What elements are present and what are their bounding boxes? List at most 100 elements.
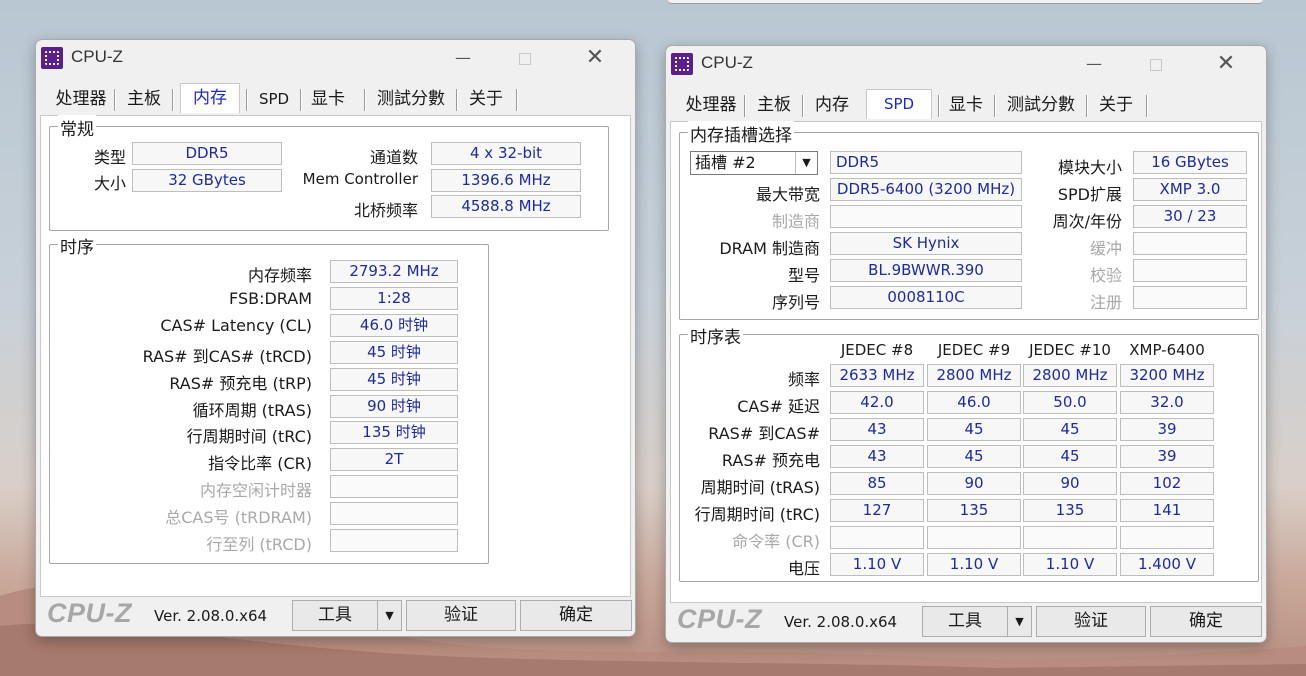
tab-mainboard[interactable]: 主板 (122, 85, 166, 113)
timing-value (330, 475, 458, 499)
tools-button[interactable]: 工具 (292, 600, 378, 631)
chevron-down-icon: ▼ (795, 152, 817, 174)
tools-dropdown-arrow-icon[interactable]: ▼ (1007, 606, 1032, 637)
slot-select[interactable]: 插槽 #2 ▼ (690, 151, 818, 175)
validate-button[interactable]: 验证 (406, 600, 516, 631)
timing-table-cell: 50.0 (1023, 391, 1117, 414)
title-bar[interactable]: CPU-Z — ✕ (36, 40, 635, 76)
tab-about[interactable]: 关于 (1094, 91, 1138, 119)
timing-table-cell: 46.0 (927, 391, 1021, 414)
buffered-value (1133, 232, 1247, 255)
dram-manufacturer-label: DRAM 制造商 (719, 239, 820, 258)
correction-label: 校验 (1089, 266, 1122, 285)
timing-table-row-label: 频率 (787, 370, 820, 389)
tab-spd[interactable]: SPD (866, 89, 932, 119)
buffered-label: 缓冲 (1089, 239, 1122, 258)
minimize-button[interactable]: — (443, 44, 483, 72)
max-bandwidth-value: DDR5-6400 (3200 MHz) (830, 178, 1022, 201)
cpuz-window-memory: CPU-Z — ✕ 处理器 主板 内存 SPD 显卡 测試分數 关于 常规 类型… (35, 39, 636, 637)
group-title: 时序 (58, 233, 96, 258)
spd-extension-value: XMP 3.0 (1133, 178, 1247, 201)
timing-table-cell: 2633 MHz (830, 364, 924, 387)
manufacturer-value (830, 205, 1022, 228)
timing-value: 135 时钟 (330, 421, 458, 445)
close-button[interactable]: ✕ (1206, 50, 1246, 78)
type-label: 类型 (93, 148, 126, 167)
timing-table-group: 时序表 JEDEC #8 JEDEC #9 JEDEC #10 XMP-6400 频率 2… (679, 323, 1259, 582)
cpuz-window-spd: CPU-Z — ✕ 处理器 主板 内存 SPD 显卡 测試分數 关于 内存插槽选… (665, 45, 1267, 643)
timing-label: 总CAS号 (tRDRAM) (165, 508, 312, 528)
timing-table-row-label: 电压 (787, 559, 820, 578)
timing-table-cell: 45 (927, 418, 1021, 441)
timing-value: 90 时钟 (330, 394, 458, 418)
timing-table-row-label: 命令率 (CR) (732, 532, 820, 551)
timings-group: 时序 内存频率 2793.2 MHz FSB:DRAM 1:28 CAS# Latenc… (49, 233, 489, 564)
title-bar[interactable]: CPU-Z — ✕ (666, 46, 1266, 82)
spd-extension-label: SPD扩展 (1057, 185, 1122, 204)
timing-table-cell: 42.0 (830, 391, 924, 414)
timing-value: 2793.2 MHz (330, 260, 458, 283)
tab-spd[interactable]: SPD (254, 85, 294, 113)
close-button[interactable]: ✕ (575, 44, 615, 72)
memory-panel: 常规 类型 DDR5 大小 32 GBytes 通道数 4 x 32-bit M… (40, 115, 631, 597)
tab-mainboard[interactable]: 主板 (752, 91, 796, 119)
timing-label: 内存频率 (247, 266, 312, 285)
ok-button[interactable]: 确定 (520, 600, 632, 631)
memory-type-value: DDR5 (830, 151, 1022, 174)
week-year-value: 30 / 23 (1133, 205, 1247, 228)
column-header: JEDEC #9 (937, 341, 1011, 359)
registered-value (1133, 286, 1247, 309)
tab-processor[interactable]: 处理器 (52, 85, 110, 113)
timing-table-cell: 2800 MHz (1023, 364, 1117, 387)
timing-value: 45 时钟 (330, 367, 458, 391)
version-label: Ver. 2.08.0.x64 (784, 613, 898, 631)
timing-label: 行周期时间 (tRC) (186, 427, 312, 447)
ok-button[interactable]: 确定 (1150, 606, 1262, 637)
part-number-value: BL.9BWWR.390 (830, 259, 1022, 282)
serial-number-label: 序列号 (771, 293, 820, 312)
timing-table-row-label: RAS# 到CAS# (708, 424, 820, 443)
size-label: 大小 (93, 174, 126, 193)
cpuz-app-icon (41, 47, 63, 69)
tools-dropdown-arrow-icon[interactable]: ▼ (377, 600, 402, 631)
timing-value: 1:28 (330, 286, 458, 310)
timing-value (330, 502, 458, 526)
timing-table-row-label: RAS# 预充电 (721, 451, 820, 470)
cpuz-logo: CPU-Z (677, 604, 762, 634)
timing-table-cell: 45 (927, 445, 1021, 468)
channels-label: 通道数 (369, 148, 418, 167)
timing-label: FSB:DRAM (229, 288, 312, 308)
timing-table-cell (1120, 526, 1214, 549)
tab-bench[interactable]: 测試分數 (372, 85, 450, 113)
manufacturer-label: 制造商 (771, 212, 820, 231)
minimize-button[interactable]: — (1074, 50, 1114, 78)
timing-table-cell: 1.10 V (927, 553, 1021, 576)
tab-memory[interactable]: 内存 (180, 83, 240, 113)
timing-table-cell: 32.0 (1120, 391, 1214, 414)
tab-graphics[interactable]: 显卡 (308, 85, 348, 113)
group-title: 时序表 (688, 323, 743, 348)
tools-button[interactable]: 工具 (922, 606, 1008, 637)
group-title: 内存插槽选择 (688, 121, 794, 146)
timing-table-cell (1023, 526, 1117, 549)
spd-panel: 内存插槽选择 插槽 #2 ▼ DDR5 最大带宽 DDR5-6400 (3200… (670, 121, 1262, 603)
tab-memory[interactable]: 内存 (810, 91, 854, 119)
timing-table-cell (927, 526, 1021, 549)
timing-value (330, 529, 458, 552)
timing-table-cell: 102 (1120, 472, 1214, 495)
maximize-button[interactable] (1136, 50, 1176, 78)
validate-button[interactable]: 验证 (1036, 606, 1146, 637)
timing-label: RAS# 预充电 (tRP) (169, 373, 312, 393)
timing-table-row-label: 行周期时间 (tRC) (694, 505, 820, 524)
tab-about[interactable]: 关于 (464, 85, 508, 113)
maximize-button[interactable] (505, 44, 545, 72)
timing-table-cell: 1.10 V (1023, 553, 1117, 576)
tab-graphics[interactable]: 显卡 (946, 91, 986, 119)
tab-bench[interactable]: 测試分數 (1002, 91, 1080, 119)
timing-table-cell: 45 (1023, 418, 1117, 441)
tab-processor[interactable]: 处理器 (682, 91, 740, 119)
module-size-value: 16 GBytes (1133, 151, 1247, 174)
group-title: 常规 (58, 115, 96, 140)
part-number-label: 型号 (787, 266, 820, 285)
registered-label: 注册 (1089, 293, 1122, 312)
